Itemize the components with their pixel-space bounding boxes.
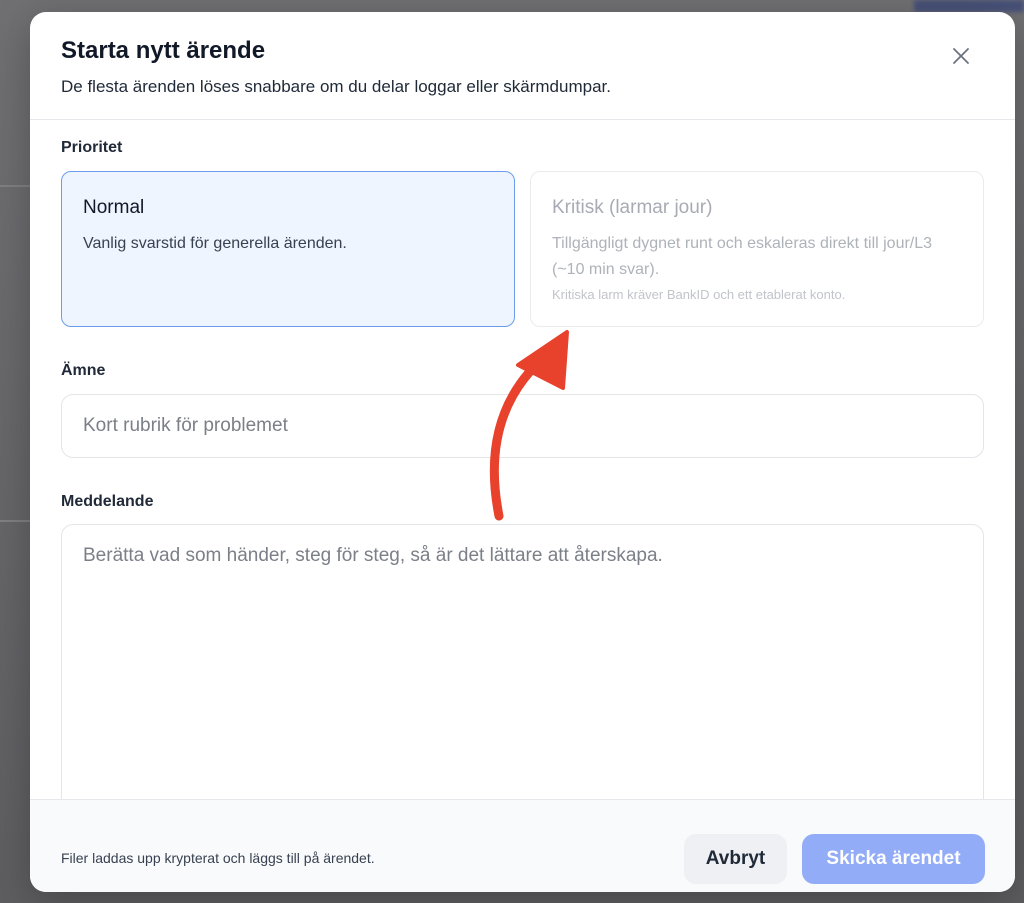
priority-option-normal[interactable]: Normal Vanlig svarstid för generella äre…	[61, 171, 515, 327]
priority-label: Prioritet	[61, 139, 123, 156]
priority-option-critical[interactable]: Kritisk (larmar jour) Tillgängligt dygne…	[530, 171, 984, 327]
priority-option-description: Vanlig svarstid för generella ärenden.	[83, 235, 347, 252]
backdrop-element	[914, 0, 1024, 12]
dialog-title: Starta nytt ärende	[61, 37, 266, 64]
cancel-button[interactable]: Avbryt	[684, 834, 787, 884]
dialog-header: Starta nytt ärende De flesta ärenden lös…	[30, 12, 1015, 120]
close-button[interactable]	[945, 40, 977, 72]
subject-label: Ämne	[61, 362, 106, 379]
submit-button[interactable]: Skicka ärendet	[802, 834, 985, 884]
backdrop-element	[0, 185, 30, 187]
priority-option-title: Kritisk (larmar jour)	[552, 197, 713, 218]
priority-option-note: Kritiska larm kräver BankID och ett etab…	[552, 287, 846, 302]
priority-option-description: Tillgängligt dygnet runt och eskaleras d…	[552, 235, 933, 278]
priority-option-title: Normal	[83, 197, 145, 218]
footer-note: Filer laddas upp krypterat och läggs til…	[61, 850, 375, 866]
backdrop-element	[0, 520, 30, 522]
subject-input[interactable]	[61, 394, 984, 458]
dialog-subtitle: De flesta ärenden löses snabbare om du d…	[61, 77, 611, 96]
message-label: Meddelande	[61, 493, 154, 510]
close-icon	[953, 48, 969, 64]
dialog-footer: Filer laddas upp krypterat och läggs til…	[30, 799, 1015, 892]
new-ticket-dialog: Starta nytt ärende De flesta ärenden lös…	[30, 12, 1015, 892]
message-textarea[interactable]	[61, 524, 984, 814]
